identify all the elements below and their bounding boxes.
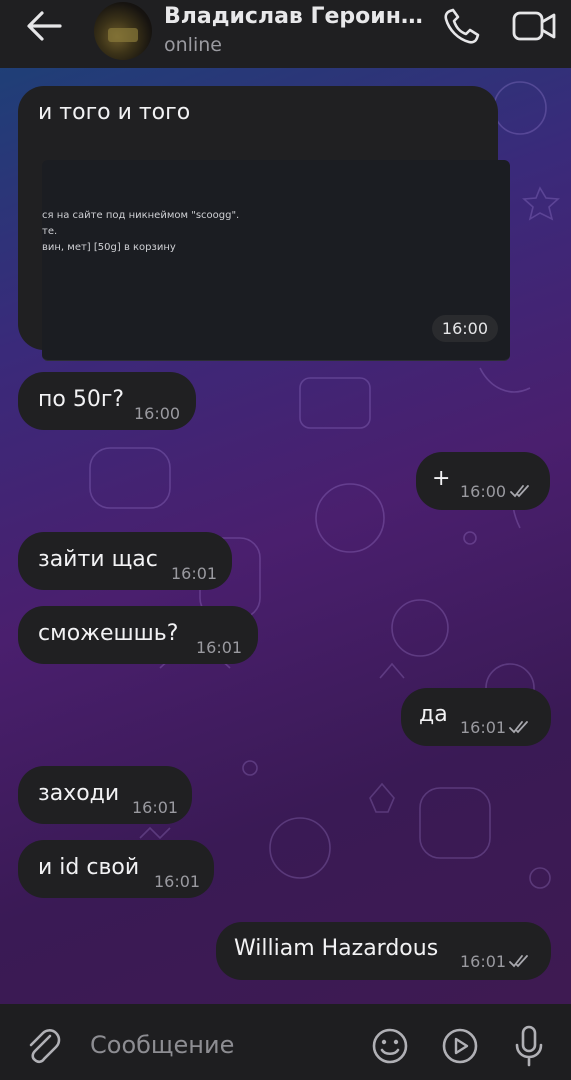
message-text: и того и того: [38, 100, 191, 125]
paperclip-icon: [29, 1029, 61, 1064]
video-camera-icon: [512, 11, 556, 41]
contact-name[interactable]: Владислав Героинов...: [164, 4, 434, 29]
message-bubble-incoming[interactable]: и id свой 16:01: [18, 840, 214, 898]
image-text-line: вин, мет] [50g] в корзину: [42, 242, 176, 253]
emoji-button[interactable]: [370, 1026, 410, 1066]
message-time: 16:01: [196, 638, 243, 657]
message-bubble-incoming[interactable]: по 50г? 16:00: [18, 372, 196, 430]
message-text: по 50г?: [38, 387, 125, 412]
message-text: +: [432, 466, 451, 491]
message-time: 16:01: [132, 798, 179, 817]
message-bubble-outgoing[interactable]: William Hazardous 16:01: [216, 922, 551, 980]
back-button[interactable]: [22, 8, 66, 44]
message-time: 16:00: [431, 315, 498, 342]
message-bubble-outgoing[interactable]: да 16:01: [401, 688, 551, 746]
message-bubble-incoming[interactable]: и того и того ся на сайте под никнеймом …: [18, 86, 510, 361]
video-call-button[interactable]: [510, 8, 558, 44]
message-text: да: [419, 702, 448, 727]
message-text: и id свой: [38, 855, 140, 880]
image-text-line: те.: [42, 226, 58, 237]
message-bubble-outgoing[interactable]: + 16:00: [416, 452, 550, 510]
message-input[interactable]: [88, 1024, 362, 1066]
attach-button[interactable]: [24, 1026, 62, 1066]
message-text: William Hazardous: [234, 936, 439, 961]
contact-status: online: [164, 34, 222, 56]
message-time: 16:01: [460, 952, 507, 971]
message-composer: [0, 1004, 571, 1080]
contact-avatar[interactable]: [94, 2, 152, 60]
message-time: 16:00: [134, 404, 181, 423]
chat-header: Владислав Героинов... online: [0, 0, 571, 68]
message-bubble-incoming[interactable]: зайти щас 16:01: [18, 532, 232, 590]
double-check-icon: [509, 721, 528, 734]
image-text-line: ся на сайте под никнеймом "scoogg".: [42, 210, 240, 221]
phone-icon: [444, 8, 480, 44]
message-bubble-incoming[interactable]: сможешшь? 16:01: [18, 606, 258, 664]
message-time: 16:00: [460, 482, 507, 501]
smiley-icon: [372, 1028, 408, 1064]
message-image[interactable]: ся на сайте под никнеймом "scoogg". те. …: [42, 160, 510, 361]
message-text: сможешшь?: [38, 621, 179, 646]
double-check-icon: [510, 485, 529, 498]
message-time: 16:01: [460, 718, 507, 737]
play-circle-icon: [442, 1028, 478, 1064]
call-button[interactable]: [440, 6, 484, 46]
message-time: 16:01: [154, 872, 201, 891]
chat-area[interactable]: и того и того ся на сайте под никнеймом …: [0, 68, 571, 1004]
message-time: 16:01: [171, 564, 218, 583]
message-text: зайти щас: [38, 547, 158, 572]
microphone-icon: [515, 1025, 543, 1067]
arrow-left-icon: [27, 11, 62, 41]
message-bubble-incoming[interactable]: заходи 16:01: [18, 766, 192, 824]
voice-message-button[interactable]: [512, 1024, 546, 1068]
double-check-icon: [509, 955, 528, 968]
video-message-button[interactable]: [440, 1026, 480, 1066]
message-text: заходи: [38, 781, 120, 806]
